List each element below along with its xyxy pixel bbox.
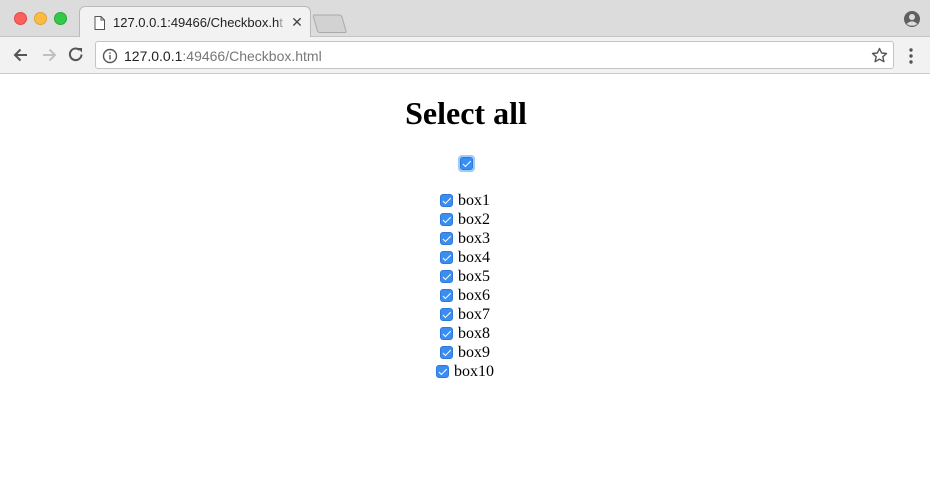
select-all-focus-ring — [458, 155, 475, 172]
checkbox[interactable] — [440, 326, 453, 340]
checkbox-label: box8 — [458, 325, 490, 342]
close-icon[interactable]: ✕ — [289, 14, 305, 30]
window-close-button[interactable] — [14, 12, 27, 25]
checkbox[interactable] — [440, 288, 453, 302]
checkbox-row[interactable]: box9 — [0, 343, 930, 362]
checkbox-label: box9 — [458, 344, 490, 361]
browser-tab-active[interactable]: 127.0.0.1:49466/Checkbox.html ✕ — [79, 6, 311, 38]
checkbox[interactable] — [440, 307, 453, 321]
page-heading: Select all — [405, 95, 527, 131]
checkbox-label: box10 — [454, 363, 494, 380]
checkbox[interactable] — [440, 269, 453, 283]
checkbox[interactable] — [440, 250, 453, 264]
star-icon[interactable] — [871, 47, 888, 64]
checkbox-label: box4 — [458, 249, 490, 266]
checkbox-label: box1 — [458, 192, 490, 209]
checkbox[interactable] — [440, 231, 453, 245]
url-text: 127.0.0.1:49466/Checkbox.html — [124, 48, 322, 64]
window-minimize-button[interactable] — [34, 12, 47, 25]
checkbox-row[interactable]: box2 — [0, 210, 930, 229]
checkbox-row[interactable]: box1 — [0, 191, 930, 210]
checkbox[interactable] — [440, 345, 453, 359]
checkbox-row[interactable]: box3 — [0, 229, 930, 248]
checkbox-label: box3 — [458, 230, 490, 247]
checkbox-label: box2 — [458, 211, 490, 228]
tab-title: 127.0.0.1:49466/Checkbox.html — [113, 15, 283, 30]
new-tab-icon[interactable] — [312, 14, 348, 33]
select-all-checkbox[interactable] — [460, 157, 473, 170]
checkbox-row[interactable]: box6 — [0, 286, 930, 305]
checkbox-row[interactable]: box7 — [0, 305, 930, 324]
profile-icon[interactable] — [903, 10, 921, 28]
menu-icon[interactable] — [904, 46, 918, 66]
browser-titlebar: 127.0.0.1:49466/Checkbox.html ✕ — [0, 0, 930, 38]
checkbox[interactable] — [440, 193, 453, 207]
checkbox-row[interactable]: box10 — [0, 362, 930, 381]
page-content: Select all box1 box2 box3 box4 box5 box6 box7 b… — [0, 75, 930, 498]
checkbox[interactable] — [440, 212, 453, 226]
forward-icon[interactable] — [39, 45, 59, 65]
browser-toolbar: 127.0.0.1:49466/Checkbox.html — [0, 37, 930, 74]
checkbox-row[interactable]: box8 — [0, 324, 930, 343]
window-maximize-button[interactable] — [54, 12, 67, 25]
checkbox-row[interactable]: box5 — [0, 267, 930, 286]
checkbox-label: box6 — [458, 287, 490, 304]
checkbox-row[interactable]: box4 — [0, 248, 930, 267]
info-icon[interactable] — [102, 48, 118, 64]
checkbox[interactable] — [436, 364, 449, 378]
page-icon — [94, 16, 105, 30]
checkbox-label: box7 — [458, 306, 490, 323]
checkbox-list: box1 box2 box3 box4 box5 box6 box7 box8 box9 box1… — [0, 191, 930, 381]
back-icon[interactable] — [11, 45, 31, 65]
checkbox-label: box5 — [458, 268, 490, 285]
reload-icon[interactable] — [66, 45, 86, 65]
address-bar[interactable]: 127.0.0.1:49466/Checkbox.html — [95, 41, 894, 69]
